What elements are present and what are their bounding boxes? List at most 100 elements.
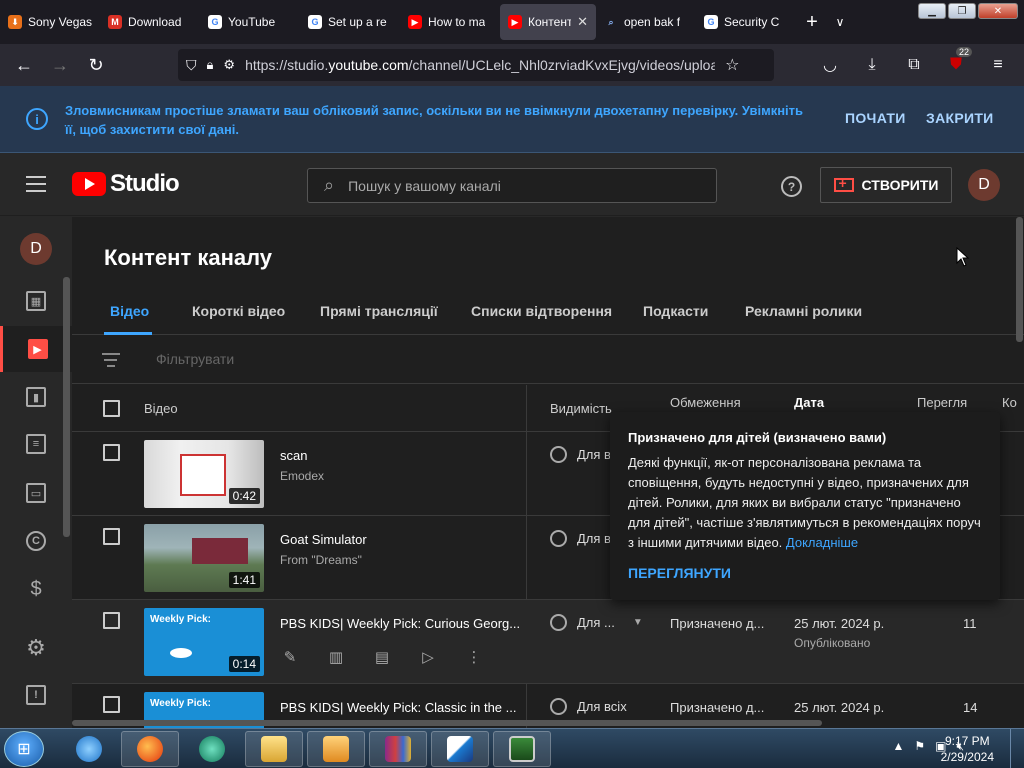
ublock-icon[interactable]: ⛊ 22 <box>938 47 974 81</box>
reload-icon[interactable]: ↻ <box>78 49 114 81</box>
sidebar-scrollbar[interactable] <box>63 277 70 537</box>
start-button-icon[interactable]: ⊞ <box>4 731 44 767</box>
filter-input[interactable]: Фільтрувати <box>156 351 234 367</box>
tab-shorts[interactable]: Короткі відео <box>192 303 285 319</box>
video-thumbnail[interactable]: Weekly Pick: 0:14 <box>144 608 264 676</box>
sidebar-item-earn[interactable]: $ <box>0 566 72 612</box>
column-comments[interactable]: Ко <box>1002 395 1017 410</box>
more-options-icon[interactable]: ⋮ <box>464 648 484 666</box>
video-title[interactable]: scan <box>280 448 307 463</box>
filter-bar[interactable]: Фільтрувати <box>72 336 1024 384</box>
column-date[interactable]: Дата <box>794 395 824 410</box>
extensions-icon[interactable]: ⧉ <box>896 49 932 81</box>
taskbar-firefox[interactable] <box>121 731 179 767</box>
main-scrollbar[interactable] <box>1016 217 1023 342</box>
url-text[interactable]: https://studio.youtube.com/channel/UCLel… <box>245 57 715 73</box>
video-title[interactable]: PBS KIDS| Weekly Pick: Curious Georg... <box>280 616 520 631</box>
back-icon[interactable]: ← <box>6 49 42 81</box>
row-checkbox[interactable] <box>103 612 120 629</box>
edit-pencil-icon[interactable]: ✎ <box>280 648 300 666</box>
bookmark-star-icon[interactable]: ☆ <box>725 55 739 75</box>
restore-icon[interactable]: ❐ <box>948 3 976 19</box>
studio-logo[interactable]: Studio <box>72 170 180 198</box>
taskbar-media[interactable] <box>307 731 365 767</box>
sidebar-item-dashboard[interactable]: ▦ <box>0 278 72 324</box>
menu-icon[interactable]: ≡ <box>980 49 1016 81</box>
browser-tab[interactable]: G Set up a re <box>300 4 400 40</box>
tab-live[interactable]: Прямі трансляції <box>320 303 438 319</box>
video-thumbnail[interactable]: 0:42 <box>144 440 264 508</box>
taskbar-winrar[interactable] <box>369 731 427 767</box>
browser-tab[interactable]: ▶ How to ma <box>400 4 500 40</box>
browser-tab[interactable]: ⌕ open bak f <box>596 4 696 40</box>
start-button[interactable]: ПОЧАТИ <box>845 110 906 126</box>
tab-promotions[interactable]: Рекламні ролики <box>745 303 862 319</box>
video-title[interactable]: Goat Simulator <box>280 532 367 547</box>
video-title[interactable]: PBS KIDS| Weekly Pick: Classic in the ..… <box>280 700 517 715</box>
comments-icon[interactable]: ▤ <box>372 648 392 666</box>
sidebar-item-feedback[interactable]: ! <box>0 672 72 718</box>
row-checkbox[interactable] <box>103 444 120 461</box>
taskbar-explorer[interactable] <box>245 731 303 767</box>
close-window-icon[interactable]: ✕ <box>978 3 1018 19</box>
close-banner-button[interactable]: ЗАКРИТИ <box>926 110 994 126</box>
row-checkbox[interactable] <box>103 528 120 545</box>
column-restrictions[interactable]: Обмеження <box>670 395 741 410</box>
filter-icon[interactable] <box>102 353 120 371</box>
tracking-shield-icon[interactable]: ⛉ <box>186 57 197 74</box>
sidebar-item-analytics[interactable]: ▮ <box>0 374 72 420</box>
video-thumbnail[interactable]: 1:41 <box>144 524 264 592</box>
visibility-cell[interactable]: Для ... ▼ <box>550 614 643 631</box>
show-desktop-button[interactable] <box>1010 729 1024 768</box>
sidebar-item-content[interactable]: ▶ <box>0 326 72 372</box>
tab-podcasts[interactable]: Подкасти <box>643 303 708 319</box>
horizontal-scrollbar[interactable] <box>72 720 822 726</box>
create-button[interactable]: СТВОРИТИ <box>820 167 952 203</box>
tab-videos[interactable]: Відео <box>110 303 149 319</box>
channel-search-input[interactable]: ⌕ Пошук у вашому каналі <box>307 168 717 203</box>
taskbar-video-editor[interactable] <box>431 731 489 767</box>
browser-tab[interactable]: G YouTube <box>200 4 300 40</box>
hamburger-menu-icon[interactable] <box>26 176 46 192</box>
sidebar-item-subtitles[interactable]: ▭ <box>0 470 72 516</box>
help-icon[interactable]: ? <box>781 176 802 197</box>
permissions-icon[interactable]: ⚙ <box>223 57 235 73</box>
taskbar-app[interactable] <box>183 731 241 767</box>
row-checkbox[interactable] <box>103 696 120 713</box>
taskbar-monitor[interactable] <box>493 731 551 767</box>
taskbar-ie[interactable] <box>60 731 118 767</box>
visibility-cell[interactable]: Для в <box>550 530 611 547</box>
select-all-checkbox[interactable] <box>103 400 120 417</box>
downloads-icon[interactable]: ⤓ <box>854 49 890 81</box>
column-views[interactable]: Перегля <box>917 395 967 410</box>
browser-tab[interactable]: G Security C <box>696 4 796 40</box>
list-tabs-button[interactable]: ∨ <box>828 15 852 29</box>
dropdown-arrow-icon[interactable]: ▼ <box>633 617 643 628</box>
column-visibility[interactable]: Видимість <box>550 401 612 416</box>
sidebar-item-settings[interactable]: ⚙ <box>0 625 72 671</box>
lock-icon[interactable]: 🔒︎ <box>207 57 214 73</box>
taskbar-clock[interactable]: 9:17 PM 2/29/2024 <box>941 733 994 765</box>
minimize-icon[interactable]: ▁ <box>918 3 946 19</box>
restrictions-cell[interactable]: Призначено д... <box>670 700 764 715</box>
tab-playlists[interactable]: Списки відтворення <box>471 303 612 319</box>
show-hidden-icons-icon[interactable]: ▲ <box>892 739 904 754</box>
visibility-cell[interactable]: Для всіх <box>550 698 627 715</box>
analytics-icon[interactable]: ▥ <box>326 648 346 666</box>
browser-tab-active[interactable]: ▶ Контент ✕ <box>500 4 596 40</box>
restrictions-cell[interactable]: Призначено д... <box>670 616 764 631</box>
table-row[interactable]: Weekly Pick: 0:14 PBS KIDS| Weekly Pick:… <box>72 600 1024 684</box>
learn-more-link[interactable]: Докладніше <box>786 535 858 550</box>
account-avatar[interactable]: D <box>968 169 1000 201</box>
new-tab-button[interactable]: + <box>796 11 828 34</box>
review-button[interactable]: ПЕРЕГЛЯНУТИ <box>628 565 982 581</box>
channel-avatar[interactable]: D <box>20 233 52 265</box>
close-tab-icon[interactable]: ✕ <box>577 14 588 30</box>
address-bar[interactable]: ⛉ 🔒︎ ⚙ https://studio.youtube.com/channe… <box>178 49 774 81</box>
sidebar-item-comments[interactable]: ≡ <box>0 421 72 467</box>
pocket-icon[interactable]: ◡ <box>812 49 848 81</box>
flag-icon[interactable]: ⚑ <box>914 739 925 754</box>
youtube-watch-icon[interactable]: ▷ <box>418 648 438 666</box>
forward-icon[interactable]: → <box>42 49 78 81</box>
browser-tab[interactable]: M Download <box>100 4 200 40</box>
